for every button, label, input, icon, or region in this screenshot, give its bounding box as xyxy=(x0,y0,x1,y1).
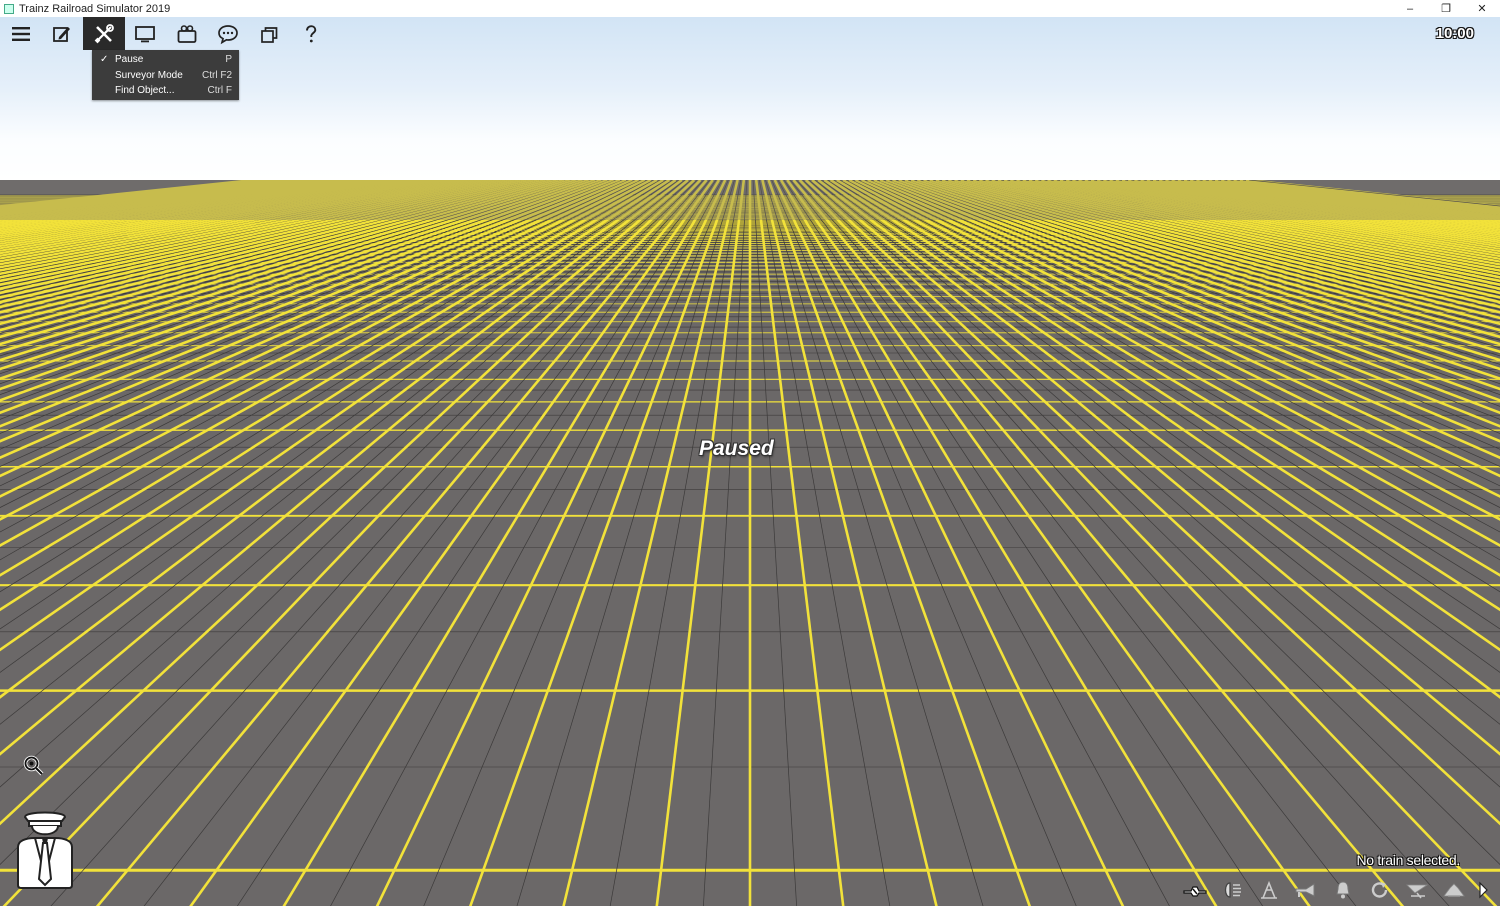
help-button[interactable] xyxy=(291,17,333,50)
main-menu-button[interactable] xyxy=(0,17,42,50)
reverse-button[interactable] xyxy=(1361,878,1398,902)
selection-status: No train selected. xyxy=(1356,852,1460,868)
game-clock: 10:00 xyxy=(1435,25,1474,42)
main-toolbar xyxy=(0,17,332,50)
menu-item-shortcut: Ctrl F2 xyxy=(202,69,232,81)
sanding-icon xyxy=(1405,884,1428,899)
main-menu-icon xyxy=(11,26,30,41)
tools-dropdown-menu: ✓ Pause P Surveyor Mode Ctrl F2 Find Obj… xyxy=(92,50,239,100)
sanding-button[interactable] xyxy=(1398,878,1435,902)
windows-button[interactable] xyxy=(249,17,291,50)
menu-item-pause[interactable]: ✓ Pause P xyxy=(92,52,239,68)
display-icon xyxy=(135,25,156,42)
horn-button[interactable] xyxy=(1287,878,1324,902)
couple-button[interactable] xyxy=(1176,878,1213,902)
pantograph-icon xyxy=(1260,880,1277,899)
reverse-icon xyxy=(1371,882,1387,898)
3d-viewport[interactable] xyxy=(0,17,1500,906)
expand-button[interactable] xyxy=(1472,878,1494,902)
window-controls: – ❐ ✕ xyxy=(1392,0,1500,17)
driver-icon[interactable] xyxy=(15,809,75,889)
smoke-icon xyxy=(1442,883,1465,897)
paused-label: Paused xyxy=(699,437,774,460)
chat-button[interactable] xyxy=(208,17,250,50)
tools-icon xyxy=(94,23,114,43)
tools-button[interactable] xyxy=(83,17,125,50)
restore-button[interactable]: ❐ xyxy=(1428,0,1464,17)
chat-icon xyxy=(218,24,239,44)
display-button[interactable] xyxy=(125,17,167,50)
expand-arrow-icon xyxy=(1479,881,1488,899)
camera-button[interactable] xyxy=(166,17,208,50)
close-button[interactable]: ✕ xyxy=(1464,0,1500,17)
bell-icon xyxy=(1335,881,1350,899)
minimize-button[interactable]: – xyxy=(1392,0,1428,17)
menu-item-label: Find Object... xyxy=(115,85,175,97)
help-icon xyxy=(306,24,317,42)
app-icon xyxy=(4,3,14,14)
menu-item-label: Surveyor Mode xyxy=(115,69,183,81)
edit-button[interactable] xyxy=(42,17,84,50)
horizon-haze xyxy=(0,180,1500,220)
driver-control-bar xyxy=(1176,878,1494,902)
bell-button[interactable] xyxy=(1324,878,1361,902)
menu-item-shortcut: P xyxy=(225,54,232,66)
couple-icon xyxy=(1182,886,1207,897)
camera-icon xyxy=(177,24,197,43)
window-titlebar: Trainz Railroad Simulator 2019 – ❐ ✕ xyxy=(0,0,1500,17)
smoke-button[interactable] xyxy=(1435,878,1472,902)
menu-item-shortcut: Ctrl F xyxy=(207,85,232,97)
window-title: Trainz Railroad Simulator 2019 xyxy=(19,2,171,15)
windows-icon xyxy=(260,26,278,43)
object-finder-icon[interactable] xyxy=(22,754,44,776)
menu-item-find-object[interactable]: Find Object... Ctrl F xyxy=(92,83,239,99)
lights-button[interactable] xyxy=(1213,878,1250,902)
pantograph-button[interactable] xyxy=(1250,878,1287,902)
edit-icon xyxy=(53,26,71,42)
menu-item-surveyor-mode[interactable]: Surveyor Mode Ctrl F2 xyxy=(92,68,239,84)
grid-ground xyxy=(0,180,1500,906)
checkmark-icon: ✓ xyxy=(100,54,109,65)
lights-icon xyxy=(1224,882,1241,898)
horn-icon xyxy=(1295,883,1314,897)
menu-item-label: Pause xyxy=(115,54,144,66)
